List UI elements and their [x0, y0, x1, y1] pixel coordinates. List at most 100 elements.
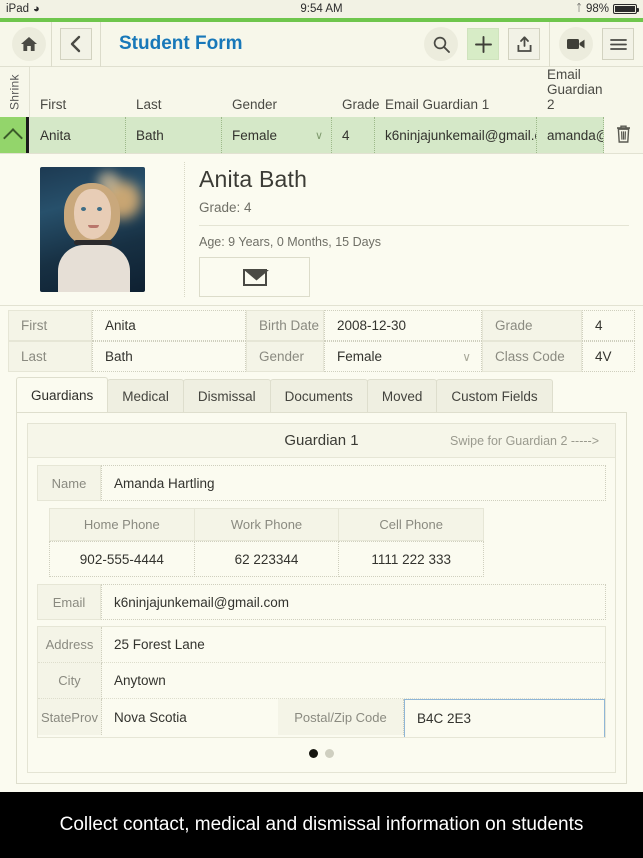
cell-phone-input[interactable]: 1111 222 333 [338, 541, 485, 577]
guardian-name-input[interactable]: Amanda Hartling [101, 465, 606, 501]
tab-medical[interactable]: Medical [107, 379, 184, 412]
profile-photo-container[interactable] [0, 162, 185, 297]
work-phone-input[interactable]: 62 223344 [193, 541, 340, 577]
tab-guardians[interactable]: Guardians [16, 377, 109, 412]
grid-header-email-guardian-2: Email Guardian 2 [547, 67, 603, 112]
guardian-address-label: Address [38, 627, 102, 663]
search-icon [424, 27, 458, 61]
field-value-class-code[interactable]: 4V [582, 341, 635, 372]
grid-cell-grade[interactable]: 4 [332, 117, 375, 153]
guardian-name-label: Name [37, 465, 101, 501]
grid-cell-last[interactable]: Bath [126, 117, 222, 153]
bluetooth-icon: ᛏ [575, 3, 582, 14]
field-label-last: Last [8, 341, 92, 372]
guardian-panel-inner: Guardian 1 Swipe for Guardian 2 -----> N… [27, 423, 616, 773]
swipe-hint: Swipe for Guardian 2 -----> [449, 433, 599, 448]
grid-header-grade: Grade [342, 97, 380, 112]
chevron-left-icon [60, 28, 92, 60]
grid-cell-gender[interactable]: Female ∨ [222, 117, 332, 153]
page-title: Student Form [119, 33, 243, 54]
field-label-class-code: Class Code [482, 341, 582, 372]
field-label-gender: Gender [246, 341, 324, 372]
grid-header-gender: Gender [232, 97, 278, 112]
plus-icon [467, 28, 499, 60]
profile-info: Anita Bath Grade: 4 Age: 9 Years, 0 Mont… [185, 162, 643, 297]
add-button[interactable] [467, 28, 499, 60]
page-dot-1[interactable] [309, 749, 318, 758]
guardian-address-input[interactable]: 25 Forest Lane [102, 627, 605, 663]
battery-percent-label: 98% [585, 3, 609, 15]
guardian-title: Guardian 1 [284, 432, 359, 449]
tab-moved[interactable]: Moved [366, 379, 438, 412]
detail-form: First Anita Birth Date 2008-12-30 Grade … [0, 306, 643, 375]
field-value-last[interactable]: Bath [92, 341, 246, 372]
tab-documents[interactable]: Documents [269, 379, 368, 412]
toolbar-divider-3 [549, 21, 550, 67]
guardian-phone-block: Home Phone Work Phone Cell Phone 902-555… [49, 508, 485, 577]
phone-value-row: 902-555-4444 62 223344 1111 222 333 [49, 541, 485, 577]
field-value-birth-date[interactable]: 2008-12-30 [324, 310, 482, 341]
student-grid: Shrink First Last Gender Grade Email Gua… [0, 67, 643, 154]
guardian-address-row: Address 25 Forest Lane [38, 627, 605, 663]
profile-card: Anita Bath Grade: 4 Age: 9 Years, 0 Mont… [0, 154, 643, 306]
tab-custom-fields[interactable]: Custom Fields [436, 379, 553, 412]
guardian-name-row: Name Amanda Hartling [37, 465, 606, 501]
envelope-icon [242, 268, 267, 286]
guardian-stateprov-row: StateProv Nova Scotia Postal/Zip Code B4… [38, 699, 605, 737]
page-indicator [37, 738, 606, 758]
shrink-label: Shrink [7, 74, 22, 110]
grid-cell-email-guardian-2[interactable]: amanda@g [537, 117, 604, 153]
guardian-city-input[interactable]: Anytown [102, 663, 605, 699]
home-button[interactable] [6, 22, 51, 67]
profile-grade: Grade: 4 [199, 200, 252, 215]
field-label-birth-date: Birth Date [246, 310, 324, 341]
guardian-panel: Guardian 1 Swipe for Guardian 2 -----> N… [16, 412, 627, 784]
guardian-city-row: City Anytown [38, 663, 605, 699]
shrink-column: Shrink [0, 67, 30, 153]
grid-main: First Last Gender Grade Email Guardian 1… [30, 67, 604, 153]
grid-cell-gender-value: Female [232, 127, 278, 143]
grid-header-last: Last [136, 97, 162, 112]
hamburger-menu-icon [602, 28, 634, 60]
footer-banner: Collect contact, medical and dismissal i… [0, 792, 643, 858]
field-value-first[interactable]: Anita [92, 310, 246, 341]
guardian-email-input[interactable]: k6ninjajunkemail@gmail.com [101, 584, 606, 620]
app-root: iPad ◕ 9:54 AM ᛏ 98% Student Form Shrink… [0, 0, 643, 858]
status-bar-time: 9:54 AM [300, 3, 343, 15]
share-upload-icon [508, 28, 540, 60]
grid-cell-email-guardian-1[interactable]: k6ninjajunkemail@gmail.co [375, 117, 537, 153]
email-student-button[interactable] [199, 257, 310, 297]
back-button[interactable] [52, 22, 100, 67]
table-row[interactable]: Anita Bath Female ∨ 4 k6ninjajunkemail@g… [30, 117, 604, 153]
guardian-postal-input[interactable]: B4C 2E3 [404, 699, 605, 737]
tab-dismissal[interactable]: Dismissal [182, 379, 271, 412]
chevron-down-icon: ∨ [462, 349, 471, 364]
status-bar: iPad ◕ 9:54 AM ᛏ 98% [0, 0, 643, 18]
field-value-gender[interactable]: Female ∨ [324, 341, 482, 372]
profile-divider [199, 225, 629, 226]
avatar [39, 167, 145, 292]
guardian-email-row: Email k6ninjajunkemail@gmail.com [37, 584, 606, 620]
guardian-postal-label: Postal/Zip Code [278, 699, 404, 735]
grid-cell-first[interactable]: Anita [30, 117, 126, 153]
video-button[interactable] [559, 27, 593, 61]
home-phone-input[interactable]: 902-555-4444 [49, 541, 195, 577]
search-button[interactable] [424, 27, 458, 61]
menu-button[interactable] [602, 28, 634, 60]
battery-icon [613, 4, 639, 14]
guardian-email-label: Email [37, 584, 101, 620]
grid-header-first: First [40, 97, 67, 112]
guardian-stateprov-input[interactable]: Nova Scotia [102, 699, 278, 735]
home-phone-label: Home Phone [49, 508, 195, 541]
footer-caption: Collect contact, medical and dismissal i… [59, 814, 584, 835]
detail-form-row-1: First Anita Birth Date 2008-12-30 Grade … [8, 310, 635, 341]
share-button[interactable] [508, 28, 540, 60]
delete-row-button[interactable] [604, 114, 643, 153]
field-value-grade[interactable]: 4 [582, 310, 635, 341]
phone-header-row: Home Phone Work Phone Cell Phone [49, 508, 485, 541]
collapse-row-button[interactable] [0, 117, 29, 153]
toolbar-divider-2 [100, 21, 101, 67]
profile-name: Anita Bath [199, 166, 308, 192]
page-dot-2[interactable] [325, 749, 334, 758]
toolbar: Student Form [0, 21, 643, 67]
